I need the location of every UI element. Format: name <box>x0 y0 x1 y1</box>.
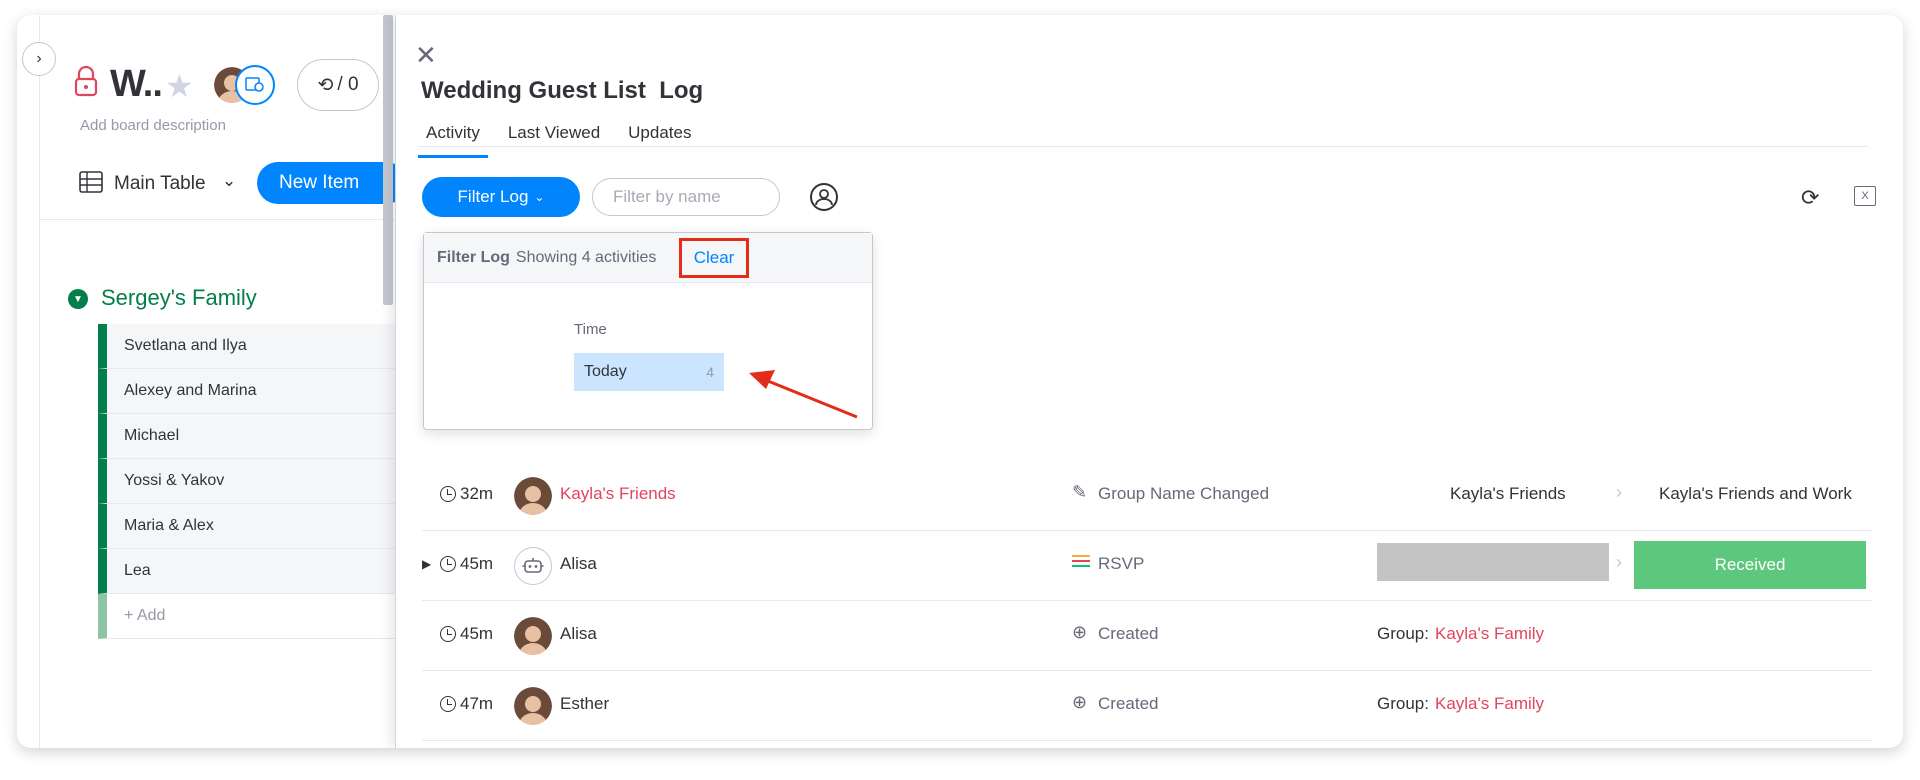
activity-counter-button[interactable]: ⟲ / 0 <box>297 59 379 111</box>
chevron-right-icon: › <box>1616 482 1622 502</box>
chevron-down-icon[interactable]: ⌄ <box>222 171 236 191</box>
board-area: › W.. ★ ⟲ / 0 Add board description Main… <box>17 15 407 748</box>
user-name: Esther <box>560 694 610 713</box>
group-item-list: Svetlana and Ilya Alexey and Marina Mich… <box>98 324 398 639</box>
time-ago: 45m <box>460 624 494 643</box>
scrollbar[interactable] <box>383 15 393 305</box>
close-icon[interactable]: ✕ <box>415 42 437 68</box>
lock-icon <box>74 65 98 97</box>
item-name-link[interactable]: Kayla's Friends <box>560 484 676 504</box>
dropdown-header: Filter Log Showing 4 activities <box>424 233 872 283</box>
list-item[interactable]: Alexey and Marina <box>98 369 398 414</box>
clock-icon <box>440 626 456 642</box>
filter-log-label: Filter Log <box>457 187 529 206</box>
person-filter-icon[interactable] <box>810 183 838 211</box>
time-ago: 45m <box>460 554 494 573</box>
filter-option-today[interactable]: Today 4 <box>574 353 724 391</box>
pencil-icon: ✎ <box>1072 482 1088 502</box>
option-label: Today <box>584 363 627 380</box>
time-ago: 32m <box>460 484 494 503</box>
avatar <box>514 477 552 515</box>
annotation-arrow <box>749 370 858 419</box>
view-selector[interactable]: Main Table <box>114 173 206 195</box>
table-icon <box>79 171 103 193</box>
table-row[interactable]: ▶ 45m Alisa RSVP › Received <box>422 531 1872 601</box>
expand-row-icon[interactable]: ▶ <box>422 557 431 571</box>
chevron-right-icon: › <box>1616 552 1622 572</box>
expand-sidebar-button[interactable]: › <box>22 42 56 76</box>
previous-value: Kayla's Friends <box>1450 484 1566 503</box>
chevron-down-icon: ⌄ <box>534 190 545 204</box>
add-item-row[interactable]: + Add <box>98 594 398 639</box>
list-item[interactable]: Michael <box>98 414 398 459</box>
plus-circle-icon: ⊕ <box>1072 622 1088 642</box>
list-item[interactable]: Lea <box>98 549 398 594</box>
action-text: Created <box>1098 694 1159 713</box>
time-section-label: Time <box>574 321 607 338</box>
avatar <box>514 617 552 655</box>
app-window: › W.. ★ ⟲ / 0 Add board description Main… <box>17 15 1903 748</box>
group-collapse-icon[interactable]: ▼ <box>68 289 88 309</box>
activity-count: / 0 <box>337 74 359 95</box>
tab-activity[interactable]: Activity <box>418 119 488 158</box>
time-ago: 47m <box>460 694 494 713</box>
plus-circle-icon: ⊕ <box>1072 692 1088 712</box>
group-label: Group: Kayla's Family <box>1377 624 1544 644</box>
clock-icon <box>440 696 456 712</box>
table-row[interactable]: 47m Esther ⊕ Created Group: Kayla's Famil… <box>422 671 1872 741</box>
dropdown-title: Filter Log <box>437 248 510 266</box>
action-text: Group Name Changed <box>1098 484 1270 503</box>
clock-icon <box>440 556 456 572</box>
group-label: Group: Kayla's Family <box>1377 694 1544 714</box>
export-excel-icon[interactable]: X <box>1854 186 1876 206</box>
panel-tabs: Activity Last Viewed Updates <box>418 119 711 158</box>
group-prefix: Group: <box>1377 624 1429 643</box>
action-text: RSVP <box>1098 554 1145 573</box>
table-row[interactable]: 45m Alisa ⊕ Created Group: Kayla's Family <box>422 601 1872 671</box>
chevron-right-icon: › <box>36 50 42 67</box>
tab-updates[interactable]: Updates <box>620 119 699 158</box>
previous-status-empty <box>1377 543 1609 581</box>
activity-icon: ⟲ <box>317 74 334 96</box>
user-name: Alisa <box>560 554 597 573</box>
status-badge: Received <box>1634 541 1866 589</box>
group-title[interactable]: Sergey's Family <box>101 285 257 311</box>
board-description[interactable]: Add board description <box>80 117 226 134</box>
option-count: 4 <box>706 364 714 380</box>
refresh-icon[interactable]: ⟳ <box>1801 185 1819 211</box>
clear-filter-button[interactable]: Clear <box>679 238 749 278</box>
filter-by-name-input[interactable] <box>592 178 780 216</box>
rsvp-lines-icon <box>1072 552 1090 573</box>
list-item[interactable]: Svetlana and Ilya <box>98 324 398 369</box>
group-link[interactable]: Kayla's Family <box>1435 624 1544 643</box>
panel-title: Wedding Guest List Log <box>421 77 704 104</box>
board-viewers-icon[interactable] <box>235 65 275 105</box>
avatar <box>514 687 552 725</box>
tab-last-viewed[interactable]: Last Viewed <box>500 119 608 158</box>
activity-count-text: Showing 4 activities <box>515 248 657 266</box>
group-link[interactable]: Kayla's Family <box>1435 694 1544 713</box>
board-title[interactable]: W.. <box>110 63 163 106</box>
user-name: Alisa <box>560 624 597 643</box>
left-rail <box>39 15 40 748</box>
divider <box>418 146 1868 147</box>
filter-log-button[interactable]: Filter Log ⌄ <box>422 177 580 217</box>
action-text: Created <box>1098 624 1159 643</box>
divider <box>39 219 397 220</box>
star-icon[interactable]: ★ <box>165 67 194 105</box>
activity-log-list: 32m Kayla's Friends ✎ Group Name Changed… <box>422 461 1872 741</box>
table-row[interactable]: 32m Kayla's Friends ✎ Group Name Changed… <box>422 461 1872 531</box>
robot-icon <box>514 547 552 585</box>
list-item[interactable]: Maria & Alex <box>98 504 398 549</box>
clock-icon <box>440 486 456 502</box>
group-prefix: Group: <box>1377 694 1429 713</box>
new-value: Kayla's Friends and Work <box>1659 484 1852 503</box>
activity-log-panel: ✕ Wedding Guest List Log Activity Last V… <box>395 15 1903 748</box>
list-item[interactable]: Yossi & Yakov <box>98 459 398 504</box>
